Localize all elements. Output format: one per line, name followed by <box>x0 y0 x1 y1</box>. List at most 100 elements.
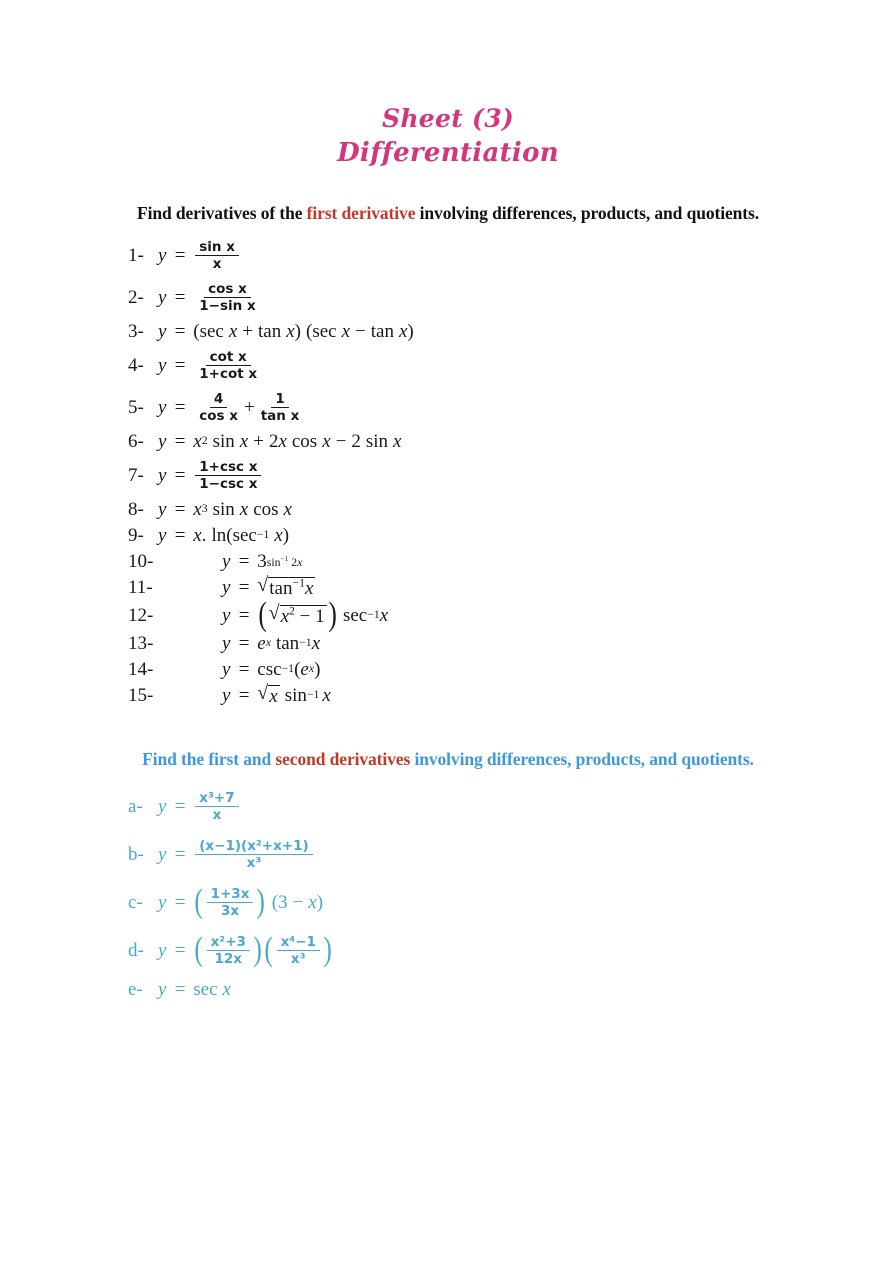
var-x: x <box>308 891 317 913</box>
var-y: y <box>222 658 231 680</box>
problem-item-c: c- y = (1+3x 3x)(3− x) <box>128 878 896 926</box>
var-y: y <box>158 795 167 817</box>
var-x: x <box>322 684 331 706</box>
problem-item-11: 11- y = √ tan−1x <box>128 574 896 600</box>
fraction: 1+csc x 1−csc x <box>195 459 262 492</box>
equals-sign: = <box>173 430 187 452</box>
section-1-heading-suffix: involving differences, products, and quo… <box>415 203 760 223</box>
equals-sign: = <box>173 939 187 961</box>
var-y: y <box>158 286 167 308</box>
section-2-heading-highlight: second derivatives <box>275 749 411 769</box>
problem-item-3: 3- y =(sec x + tan x)(sec x − tan x) <box>128 318 896 344</box>
problem-equation-13: y = e x tan −1 x <box>222 632 321 654</box>
paren-left: ( <box>258 596 268 633</box>
fn-csc: csc <box>257 658 282 680</box>
constant-three: 3 <box>278 891 288 913</box>
minus-sign: − <box>335 430 347 452</box>
radical: √ x <box>257 682 280 706</box>
problem-equation-10: y = 3 sin−1 2x <box>222 552 302 571</box>
exponent-negative-one: −1 <box>292 576 305 590</box>
var-x: x <box>283 498 292 520</box>
fn-tan: tan <box>370 320 394 342</box>
var-x: x <box>341 320 351 342</box>
fraction: 4 cos x <box>195 391 242 424</box>
var-x: x <box>286 320 295 342</box>
worksheet-page: Sheet (3) Differentiation Find derivativ… <box>0 0 896 1280</box>
problem-item-1: 1- y = sin x x <box>128 234 896 276</box>
problem-number-a: a- <box>128 795 143 817</box>
equals-sign: = <box>237 604 251 626</box>
problem-equation-c: y = (1+3x 3x)(3− x) <box>158 883 324 920</box>
document-title: Sheet (3) Differentiation <box>0 104 896 170</box>
fraction-numerator: 1+3x <box>206 886 254 903</box>
fraction: x³+7 x <box>195 790 239 823</box>
problem-number-3: 3- <box>128 320 144 342</box>
problem-number-12: 12- <box>128 604 154 626</box>
const-e: e <box>300 658 309 680</box>
var-x: x <box>305 578 314 599</box>
fraction: sin x x <box>195 239 239 272</box>
fn-sec: sec <box>312 320 337 342</box>
var-y: y <box>158 430 167 452</box>
problem-equation-9: y = x. ln(sec −1 x) <box>158 524 290 546</box>
equals-sign: = <box>173 795 187 817</box>
problem-item-5: 5- y = 4 cos x + 1 tan x <box>128 386 896 428</box>
equals-sign: = <box>237 576 251 598</box>
fraction-numerator: 4 <box>209 391 228 408</box>
exponent: 2 <box>289 604 295 618</box>
problem-number-1: 1- <box>128 244 144 266</box>
fn-sin: sin <box>365 430 389 452</box>
fraction-denominator: x³ <box>290 950 306 967</box>
fn-tan: tan <box>269 578 293 599</box>
problem-item-9: 9- y = x. ln(sec −1 x) <box>128 522 896 548</box>
problem-equation-11: y = √ tan−1x <box>222 575 316 599</box>
fraction-numerator: 1 <box>271 391 289 408</box>
fraction-denominator: cos x <box>199 407 238 424</box>
var-x: x <box>322 430 331 452</box>
problem-equation-2: y = cos x 1−sin x <box>158 281 262 314</box>
radical-sign: √ <box>257 682 269 704</box>
fraction: cos x 1−sin x <box>195 281 259 314</box>
radicand: x2 − 1 <box>279 604 327 626</box>
fraction-numerator: x³+7 <box>195 790 239 807</box>
section-1-heading-prefix: Find derivatives of the <box>136 203 307 223</box>
fn-sin: sin <box>266 555 281 569</box>
fraction-denominator: x <box>212 255 222 272</box>
var-y: y <box>222 576 231 598</box>
var-x: x <box>278 430 287 452</box>
exponent-arcsin-2x: sin−1 2x <box>266 554 303 569</box>
var-x: x <box>311 632 321 654</box>
paren-left: ( <box>194 931 204 968</box>
fraction-denominator: x³ <box>246 854 262 871</box>
fraction: x⁴−1 x³ <box>276 934 320 967</box>
problem-number-4: 4- <box>128 354 144 376</box>
problem-number-7: 7- <box>128 464 144 486</box>
paren-right: ) <box>253 931 262 968</box>
problem-number-d: d- <box>128 939 144 961</box>
fraction-numerator: (x−1)(x²+x+1) <box>195 838 313 855</box>
var-y: y <box>158 891 167 913</box>
problem-number-8: 8- <box>128 498 144 520</box>
paren-right: ) <box>256 883 266 920</box>
fraction-denominator: x <box>212 806 222 823</box>
parenthesis-group: (√ x2 − 1) <box>257 596 338 633</box>
var-y: y <box>158 843 167 865</box>
problem-equation-8: y = x 3 sin x cos x <box>158 498 292 520</box>
fn-sec: sec <box>232 524 257 546</box>
problem-equation-6: y = x 2 sin x +2 x cos x −2 sin x <box>158 430 402 452</box>
problem-equation-12: y = (√ x2 − 1) sec −1 x <box>222 596 389 633</box>
fraction-numerator: cos x <box>204 281 251 298</box>
var-x: x <box>239 498 249 520</box>
fraction: cot x 1+cot x <box>195 349 261 382</box>
equals-sign: = <box>173 464 187 486</box>
problem-equation-d: y =(x²+3 12x)(x⁴−1 x³) <box>158 931 333 968</box>
equals-sign: = <box>237 632 251 654</box>
problem-item-a: a- y = x³+7 x <box>128 782 896 830</box>
problem-equation-3: y =(sec x + tan x)(sec x − tan x) <box>158 320 414 342</box>
problem-number-13: 13- <box>128 632 154 654</box>
coefficient: 2 <box>351 430 361 452</box>
equals-sign: = <box>173 891 187 913</box>
problem-number-10: 10- <box>128 550 154 572</box>
problem-number-b: b- <box>128 843 144 865</box>
equals-sign: = <box>173 354 187 376</box>
